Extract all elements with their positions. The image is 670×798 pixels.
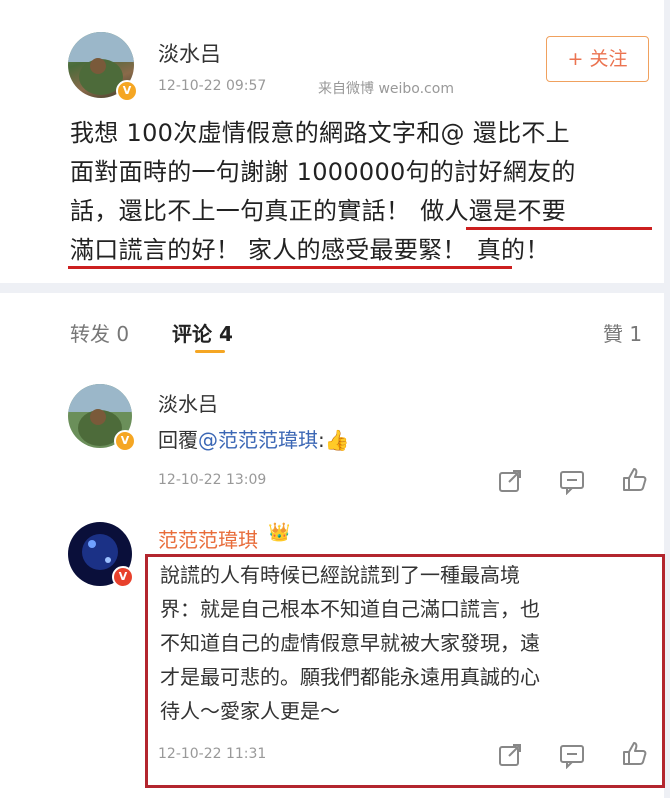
tab-repost[interactable]: 转发 0 xyxy=(70,318,129,347)
vip-crown-icon: 👑 xyxy=(268,522,291,543)
tab-comments[interactable]: 评论 4 xyxy=(172,318,233,347)
comment-text: 說謊的人有時候已經說謊到了一種最高境 界：就是自己根本不知道自己滿口謊言，也 不… xyxy=(160,558,650,728)
comment-text-line: 待人～愛家人更是～ xyxy=(160,699,340,723)
post-text-segment: 做人還是不要 xyxy=(420,197,567,225)
post-text-segment: 真的！ xyxy=(476,236,550,264)
comment-text-line: 才是最可悲的。願我們都能永遠用真誠的心 xyxy=(160,665,540,689)
comment-timestamp: 12-10-22 13:09 xyxy=(158,472,267,488)
post-text-line: 話，還比不上一句真正的實話！ 做人還是不要 xyxy=(70,192,656,231)
post-card: V 淡水吕 12-10-22 09:57 来自微博 weibo.com + 关注… xyxy=(0,0,664,283)
post-source[interactable]: 来自微博 weibo.com xyxy=(318,78,454,98)
comment-timestamp: 12-10-22 11:31 xyxy=(158,746,267,762)
comment-reply-suffix: : xyxy=(318,428,325,452)
comment-text-line: 說謊的人有時候已經說謊到了一種最高境 xyxy=(160,563,520,587)
comment-text-line: 界：就是自己根本不知道自己滿口謊言，也 xyxy=(160,597,540,621)
mention-link[interactable]: @范范范瑋琪 xyxy=(198,428,318,452)
comment-icon[interactable] xyxy=(558,467,586,495)
post-text-segment: 話，還比不上一句真正的實話！ xyxy=(70,197,411,225)
tab-likes[interactable]: 贊 1 xyxy=(603,318,642,347)
post-text-line: 面對面時的一句謝謝 1000000句的討好網友的 xyxy=(70,158,576,186)
verified-badge-icon: V xyxy=(116,80,138,102)
share-icon[interactable] xyxy=(496,467,524,495)
comment-text-line: 不知道自己的虛情假意早就被大家發現，遠 xyxy=(160,631,540,655)
post-text: 我想 100次虛情假意的網路文字和@ 還比不上 面對面時的一句謝謝 100000… xyxy=(70,114,656,270)
highlight-underline xyxy=(466,227,652,230)
post-text-line: 滿口謊言的好！ 家人的感受最要緊！ 真的！ xyxy=(70,231,656,270)
share-icon[interactable] xyxy=(496,741,524,769)
highlight-underline xyxy=(68,266,512,269)
comment-author-name[interactable]: 淡水吕 xyxy=(158,388,218,417)
verified-badge-icon: V xyxy=(114,430,136,452)
comment-icon[interactable] xyxy=(558,741,586,769)
comment-author-name[interactable]: 范范范瑋琪 xyxy=(158,524,258,553)
tab-active-indicator xyxy=(195,350,225,353)
verified-badge-icon: V xyxy=(112,566,134,588)
comment-reply-prefix: 回覆 xyxy=(158,428,198,452)
post-text-line: 我想 100次虛情假意的網路文字和@ 還比不上 xyxy=(70,119,570,147)
like-icon[interactable] xyxy=(620,465,648,493)
follow-button[interactable]: + 关注 xyxy=(546,36,649,82)
post-author-name[interactable]: 淡水吕 xyxy=(158,38,221,68)
thumbs-up-emoji: 👍 xyxy=(324,428,350,452)
like-icon[interactable] xyxy=(620,739,648,767)
comment-text: 回覆@范范范瑋琪:👍 xyxy=(158,424,350,453)
post-timestamp: 12-10-22 09:57 xyxy=(158,78,267,94)
post-text-segment: 滿口謊言的好！ 家人的感受最要緊！ xyxy=(70,236,467,264)
